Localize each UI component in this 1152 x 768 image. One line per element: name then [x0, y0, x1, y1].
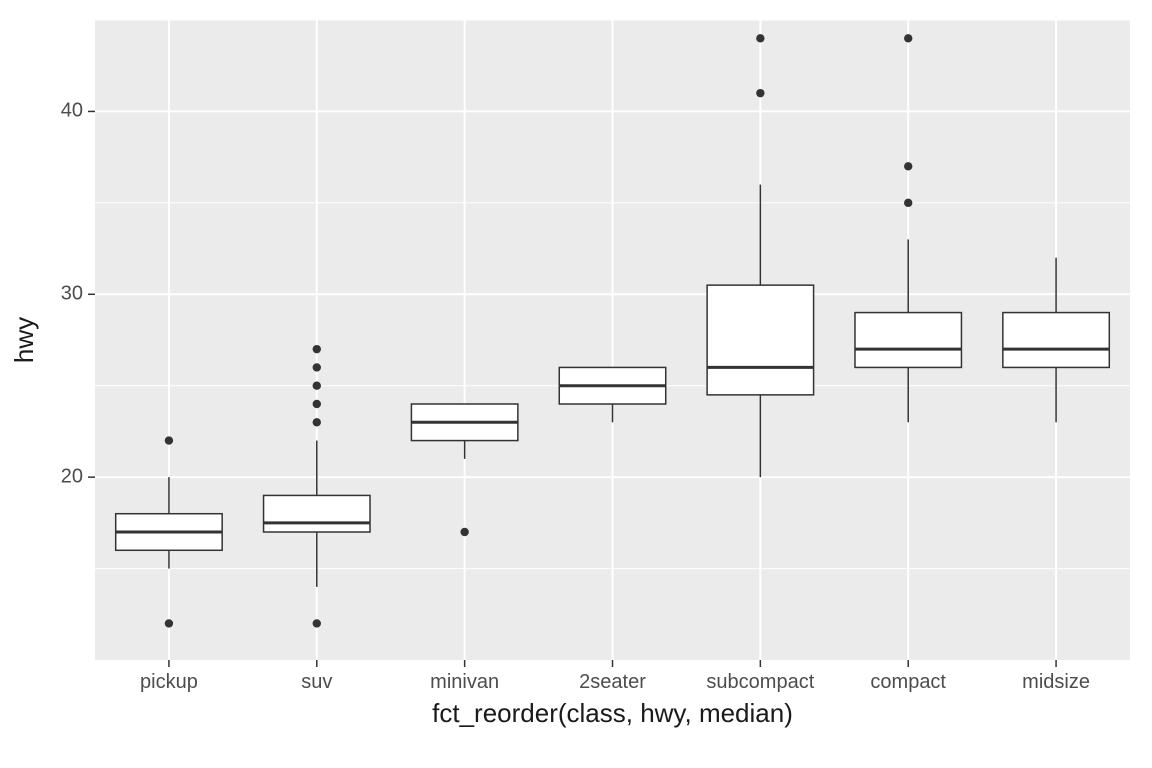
- x-tick-label: suv: [301, 671, 332, 693]
- x-tick-label: pickup: [140, 671, 198, 693]
- x-tick-label: midsize: [1022, 671, 1090, 693]
- outlier-point: [313, 363, 321, 371]
- x-tick-label: compact: [870, 671, 946, 693]
- outlier-point: [313, 345, 321, 353]
- outlier-point: [165, 436, 173, 444]
- box-rect: [707, 285, 813, 395]
- outlier-point: [313, 382, 321, 390]
- y-axis-title: hwy: [9, 317, 39, 363]
- x-tick-label: minivan: [430, 671, 499, 693]
- outlier-point: [904, 162, 912, 170]
- outlier-point: [904, 34, 912, 42]
- x-axis-title: fct_reorder(class, hwy, median): [432, 698, 793, 728]
- boxplot-chart: 20 30 40 pickup suv minivan 2seater subcompact c…: [0, 0, 1152, 768]
- outlier-point: [756, 34, 764, 42]
- x-tick-label: subcompact: [706, 671, 814, 693]
- outlier-point: [460, 528, 468, 536]
- y-tick-label: 20: [61, 465, 83, 487]
- y-tick-label: 30: [61, 283, 83, 305]
- x-tick-label: 2seater: [579, 671, 646, 693]
- outlier-point: [313, 619, 321, 627]
- y-tick-label: 40: [61, 100, 83, 122]
- outlier-point: [313, 400, 321, 408]
- chart-svg: 20 30 40 pickup suv minivan 2seater subcompact c…: [0, 0, 1152, 768]
- outlier-point: [165, 619, 173, 627]
- box-rect: [264, 495, 370, 532]
- outlier-point: [756, 89, 764, 97]
- outlier-point: [904, 199, 912, 207]
- box-rect: [1003, 313, 1109, 368]
- outlier-point: [313, 418, 321, 426]
- box-rect: [855, 313, 961, 368]
